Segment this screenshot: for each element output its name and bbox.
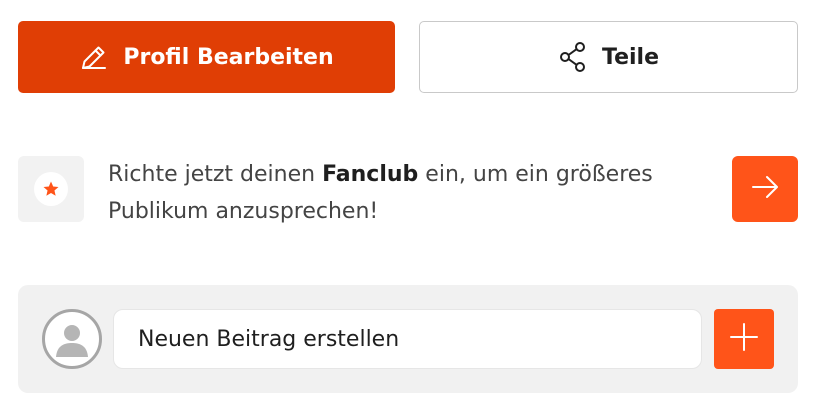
fanclub-setup-button[interactable] xyxy=(732,156,798,222)
edit-profile-button[interactable]: Profil Bearbeiten xyxy=(18,21,395,93)
add-post-button[interactable] xyxy=(714,309,774,369)
fanclub-keyword: Fanclub xyxy=(322,162,419,187)
share-icon xyxy=(558,41,588,73)
star-icon xyxy=(34,172,68,206)
fanclub-icon-tile xyxy=(18,156,84,222)
edit-profile-label: Profil Bearbeiten xyxy=(123,44,334,70)
fanclub-promo: Richte jetzt deinen Fanclub ein, um ein … xyxy=(18,156,798,226)
pencil-icon xyxy=(79,42,109,72)
new-post-placeholder: Neuen Beitrag erstellen xyxy=(138,326,400,352)
new-post-input[interactable]: Neuen Beitrag erstellen xyxy=(113,309,702,369)
plus-icon xyxy=(729,322,759,356)
user-avatar-icon xyxy=(42,309,102,369)
arrow-right-icon xyxy=(751,175,779,203)
share-label: Teile xyxy=(601,44,659,70)
post-composer: Neuen Beitrag erstellen xyxy=(18,285,798,393)
share-button[interactable]: Teile xyxy=(419,21,798,93)
fanclub-promo-text: Richte jetzt deinen Fanclub ein, um ein … xyxy=(108,162,653,224)
